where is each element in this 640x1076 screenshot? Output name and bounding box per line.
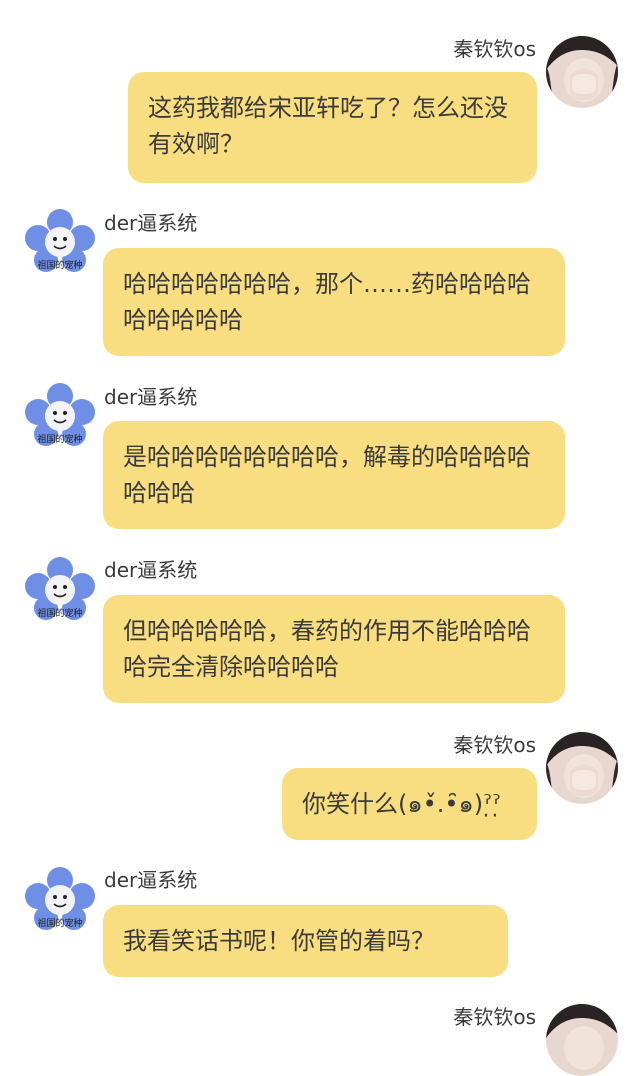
message-bubble[interactable]: 是哈哈哈哈哈哈哈哈，解毒的哈哈哈哈哈哈哈	[103, 421, 565, 529]
message-bubble[interactable]: 但哈哈哈哈哈，春药的作用不能哈哈哈哈完全清除哈哈哈哈	[103, 595, 565, 703]
message-bubble[interactable]: 我看笑话书呢！你管的着吗？	[103, 905, 508, 977]
message-bubble[interactable]: 你笑什么(๑•̌.•̑๑)ˀ̣ˀ̣	[282, 768, 537, 840]
message-bubble[interactable]: 这药我都给宋亚轩吃了？怎么还没有效啊？	[128, 72, 537, 183]
sender-name: 秦钦钦os	[453, 1005, 536, 1029]
user-avatar-icon[interactable]	[546, 36, 618, 108]
bot-avatar-icon[interactable]: 祖国的宠种	[22, 382, 98, 458]
avatar-caption: 祖国的宠种	[37, 609, 83, 619]
sender-name: der逼系统	[104, 385, 198, 409]
bot-avatar-icon[interactable]: 祖国的宠种	[22, 556, 98, 632]
sender-name: 秦钦钦os	[453, 37, 536, 61]
user-avatar-icon[interactable]	[546, 732, 618, 804]
bot-avatar-icon[interactable]: 祖国的宠种	[22, 866, 98, 942]
avatar-caption: 祖国的宠种	[37, 435, 83, 445]
sender-name: der逼系统	[104, 558, 198, 582]
bot-avatar-icon[interactable]: 祖国的宠种	[22, 208, 98, 284]
avatar-caption: 祖国的宠种	[37, 261, 83, 271]
sender-name: 秦钦钦os	[453, 733, 536, 757]
message-bubble[interactable]: 哈哈哈哈哈哈哈，那个……药哈哈哈哈哈哈哈哈哈	[103, 248, 565, 356]
sender-name: der逼系统	[104, 868, 198, 892]
user-avatar-icon[interactable]	[546, 1004, 618, 1076]
sender-name: der逼系统	[104, 211, 198, 235]
avatar-caption: 祖国的宠种	[37, 919, 83, 929]
